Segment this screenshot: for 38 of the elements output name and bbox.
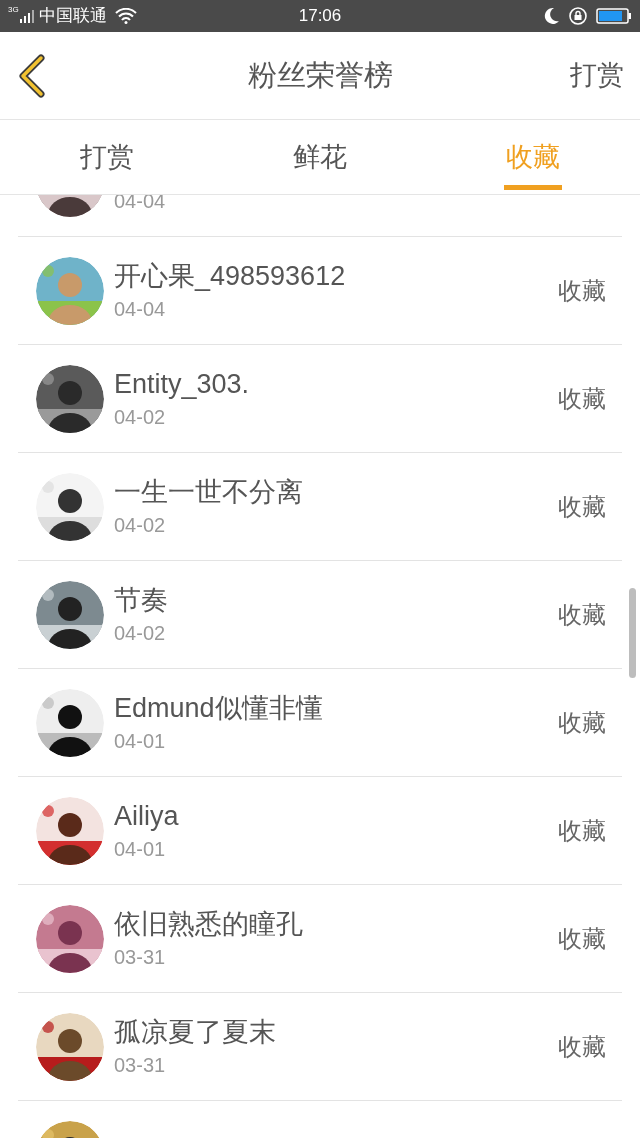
battery-icon	[596, 7, 632, 25]
signal-icon	[18, 8, 35, 24]
carrier-label: 中国联通	[38, 5, 107, 28]
date-label: 04-02	[114, 512, 167, 538]
fan-name: Edmund似懂非懂	[114, 691, 323, 725]
back-icon	[17, 53, 47, 98]
fan-name: Ailiya	[114, 799, 179, 833]
tab[interactable]: 打赏	[0, 120, 214, 194]
type-label: 收藏	[558, 275, 606, 306]
type-label: 收藏	[558, 1031, 606, 1062]
date-label: 03-31	[114, 944, 167, 970]
date-label: 04-01	[114, 728, 167, 754]
time-label: 17:06	[298, 5, 342, 28]
type-label: 收藏	[558, 707, 606, 738]
type-label: 收藏	[558, 815, 606, 846]
type-label: 收藏	[558, 491, 606, 522]
fan-name: Entity_303.	[114, 367, 250, 401]
type-label: 收藏	[558, 383, 606, 414]
fan-name: 一生一世不分离	[114, 475, 303, 509]
fan-name: 依旧熟悉的瞳孔	[114, 907, 303, 941]
moon-icon	[542, 7, 560, 25]
fan-name: 开心果_498593612	[114, 259, 346, 293]
reward-button[interactable]: 打赏	[570, 55, 624, 96]
date-label: 03-31	[114, 1052, 167, 1078]
wifi-icon	[114, 8, 137, 24]
network-label: 3G	[8, 4, 19, 16]
fan-name: 节奏	[114, 583, 168, 617]
type-label: 收藏	[558, 923, 606, 954]
page-title: 粉丝荣誉榜	[247, 57, 393, 93]
tab-indicator	[504, 185, 563, 190]
tab[interactable]: 鲜花	[213, 120, 427, 194]
date-label: 04-02	[114, 404, 167, 430]
type-label: 收藏	[558, 599, 606, 630]
fan-name: 孤凉夏了夏末	[114, 1015, 276, 1049]
date-label: 04-04	[114, 296, 167, 322]
date-label: 04-02	[114, 620, 167, 646]
rotation-lock-icon	[568, 6, 588, 26]
date-label: 04-01	[114, 836, 167, 862]
